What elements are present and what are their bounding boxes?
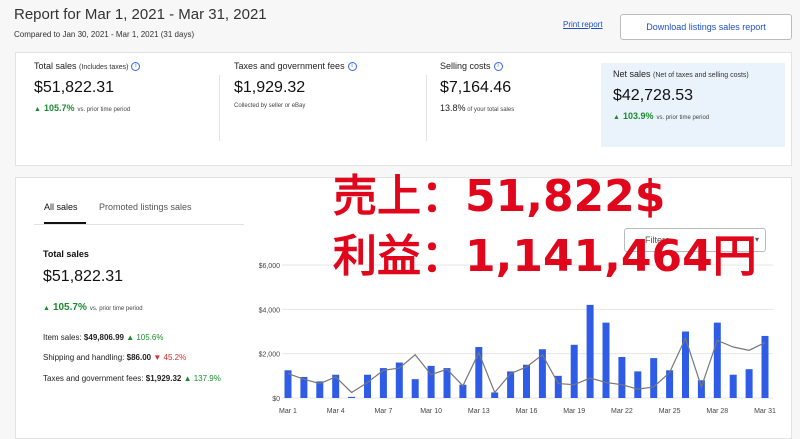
bar <box>475 347 483 398</box>
tab-promoted-listings-sales[interactable]: Promoted listings sales <box>99 202 192 212</box>
total-sales-note: (Includes taxes) <box>79 64 129 71</box>
bar <box>729 374 737 398</box>
bar <box>697 380 705 398</box>
y-tick-label: $2,000 <box>259 352 281 359</box>
bar <box>682 331 689 398</box>
breakdown-row-taxes: Taxes and government fees: $1,929.32 ▲ 1… <box>43 374 221 383</box>
x-tick-label: Mar 28 <box>706 408 728 415</box>
down-arrow-icon: ▼ <box>153 353 162 362</box>
bar <box>523 364 530 398</box>
bar <box>745 369 753 398</box>
tab-all-sales[interactable]: All sales <box>44 202 78 212</box>
bar <box>570 344 578 398</box>
overlay-sales-text: 売上：51,822$ <box>333 171 666 222</box>
up-arrow-icon: ▲ <box>183 374 192 383</box>
info-icon[interactable]: i <box>493 62 503 72</box>
detail-delta: 105.7% <box>52 302 87 313</box>
net-sales-card: Net sales (Net of taxes and selling cost… <box>601 63 785 147</box>
x-tick-label: Mar 1 <box>279 408 297 415</box>
y-tick-label: $6,000 <box>259 263 281 270</box>
up-arrow-icon: ▲ <box>43 305 50 312</box>
x-tick-label: Mar 10 <box>420 408 442 415</box>
breakdown-delta: 105.6% <box>136 333 164 342</box>
tab-divider <box>34 224 244 225</box>
bar <box>618 356 626 398</box>
breakdown-delta: 137.9% <box>193 374 221 383</box>
total-sales-card: Total sales (Includes taxes) i $51,822.31… <box>34 61 214 151</box>
print-report-link[interactable]: Print report <box>563 20 603 29</box>
up-arrow-icon: ▲ <box>613 114 620 121</box>
detail-delta-note: vs. prior time period <box>89 306 143 312</box>
x-tick-label: Mar 31 <box>754 408 776 415</box>
selling-costs-value: $7,164.46 <box>440 79 512 97</box>
breakdown-value: $86.00 <box>126 353 152 362</box>
bar <box>459 384 467 398</box>
x-tick-label: Mar 7 <box>374 408 392 415</box>
x-tick-label: Mar 16 <box>516 408 538 415</box>
breakdown-value: $1,929.32 <box>145 374 182 383</box>
bar <box>761 335 769 398</box>
taxes-card: Taxes and government fees i $1,929.32 Col… <box>234 61 424 151</box>
breakdown-row-shipping: Shipping and handling: $86.00 ▼ 45.2% <box>43 353 186 362</box>
selling-costs-card: Selling costs i $7,164.46 13.8% of your t… <box>440 61 600 151</box>
selling-costs-pct: 13.8% <box>440 103 466 114</box>
net-sales-delta: 103.9% <box>622 111 654 121</box>
net-sales-label: Net sales <box>613 69 651 79</box>
y-tick-label: $0 <box>272 396 280 403</box>
x-tick-label: Mar 22 <box>611 408 633 415</box>
detail-value: $51,822.31 <box>43 268 124 285</box>
info-icon[interactable]: i <box>347 62 357 72</box>
total-sales-label: Total sales <box>34 61 77 71</box>
net-sales-value: $42,728.53 <box>613 87 694 104</box>
bar <box>364 374 371 398</box>
taxes-value: $1,929.32 <box>234 79 306 97</box>
comparison-period: Compared to Jan 30, 2021 - Mar 1, 2021 (… <box>14 30 195 39</box>
bar <box>713 322 721 398</box>
taxes-note: Collected by seller or eBay <box>234 103 306 110</box>
x-tick-label: Mar 13 <box>468 408 490 415</box>
selling-costs-note: of your total sales <box>467 107 515 114</box>
breakdown-row-item-sales: Item sales: $49,806.99 ▲ 105.6% <box>43 333 164 342</box>
x-tick-label: Mar 4 <box>327 408 345 415</box>
breakdown-label: Shipping and handling: <box>43 353 125 362</box>
bar <box>427 365 435 398</box>
bar <box>507 371 515 398</box>
taxes-label: Taxes and government fees <box>234 61 345 71</box>
breakdown-delta: 45.2% <box>163 353 187 362</box>
overlay-profit-text: 利益：1,141,464円 <box>333 231 757 282</box>
summary-panel: Total sales (Includes taxes) i $51,822.31… <box>15 52 792 166</box>
selling-costs-label: Selling costs <box>440 61 491 71</box>
bar <box>586 304 594 398</box>
bar <box>650 358 658 398</box>
total-sales-value: $51,822.31 <box>34 79 115 97</box>
breakdown-label: Taxes and government fees: <box>43 374 144 383</box>
net-sales-delta-note: vs. prior time period <box>656 115 710 121</box>
up-arrow-icon: ▲ <box>126 333 135 342</box>
page-title: Report for Mar 1, 2021 - Mar 31, 2021 <box>14 6 267 23</box>
net-sales-note: (Net of taxes and selling costs) <box>653 72 749 79</box>
total-sales-delta-note: vs. prior time period <box>77 107 131 114</box>
divider <box>219 75 220 141</box>
total-sales-delta: 105.7% <box>43 103 75 114</box>
breakdown-label: Item sales: <box>43 333 82 342</box>
x-tick-label: Mar 25 <box>659 408 681 415</box>
y-tick-label: $4,000 <box>259 307 281 314</box>
bar <box>602 322 610 398</box>
breakdown-value: $49,806.99 <box>83 333 124 342</box>
info-icon[interactable]: i <box>131 62 141 72</box>
bar <box>411 379 419 398</box>
up-arrow-icon: ▲ <box>34 106 41 114</box>
detail-title: Total sales <box>43 249 89 259</box>
bar <box>634 371 642 398</box>
bar <box>348 396 356 398</box>
divider <box>426 75 427 141</box>
active-tab-indicator <box>44 222 86 224</box>
download-report-button[interactable]: Download listings sales report <box>620 14 792 40</box>
x-tick-label: Mar 19 <box>563 408 585 415</box>
